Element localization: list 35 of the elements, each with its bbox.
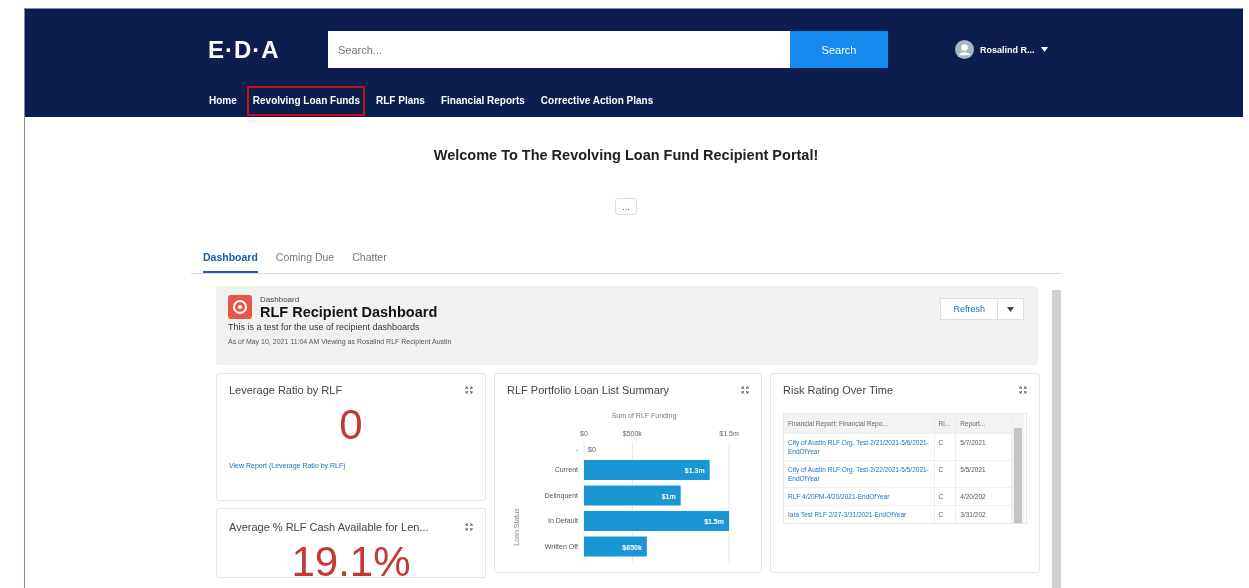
nav-link[interactable]: Corrective Action Plans (540, 95, 654, 106)
caret-icon[interactable] (1040, 47, 1048, 52)
eyebrow-label: Dashboard (260, 295, 301, 304)
widget-title: Risk Rating Over Time (783, 384, 894, 396)
expand-icon[interactable] (465, 386, 473, 394)
metric-value: 19.1% (290, 539, 412, 577)
search-button[interactable]: Search (790, 31, 888, 68)
expand-icon[interactable] (465, 523, 473, 531)
dashboard-description: This is a test for the use of recipient dashboards (228, 322, 421, 332)
nav-link[interactable]: Financial Reports (440, 95, 525, 106)
scrollbar[interactable] (1052, 290, 1061, 588)
widget-title: RLF Portfolio Loan List Summary (507, 384, 669, 396)
expand-icon[interactable] (741, 386, 749, 394)
refresh-button[interactable]: Refresh (940, 298, 998, 320)
dashboard-icon (228, 295, 252, 319)
logo[interactable]: E·D·A (208, 35, 328, 64)
expand-icon[interactable] (1019, 386, 1027, 394)
tab[interactable]: Coming Due (275, 251, 335, 273)
nav-link[interactable]: Home (209, 95, 237, 106)
scrollbar[interactable] (1012, 414, 1024, 523)
dropdown-button[interactable] (998, 298, 1024, 320)
welcome-title: Welcome To The Revolving Loan Fund Recipient Portal! (432, 147, 820, 163)
widget-title: Leverage Ratio by RLF (229, 384, 343, 396)
caret-icon (1007, 306, 1014, 312)
more-button[interactable]: ... (615, 198, 637, 215)
metric-value: 0 (338, 402, 364, 448)
avatar-icon[interactable] (955, 40, 974, 59)
widget-title: Average % RLF Cash Available for Len... (229, 521, 429, 533)
tab[interactable]: Dashboard (203, 251, 258, 273)
dashboard-title: RLF Recipient Dashboard (260, 304, 439, 320)
nav-link[interactable]: Revolving Loan Funds (252, 95, 361, 106)
user-name[interactable]: Rosalind R... (980, 44, 1035, 55)
nav-link[interactable]: RLF Plans (376, 95, 425, 106)
search-field[interactable]: Search... (328, 31, 790, 68)
tab[interactable]: Chatter (352, 251, 387, 273)
